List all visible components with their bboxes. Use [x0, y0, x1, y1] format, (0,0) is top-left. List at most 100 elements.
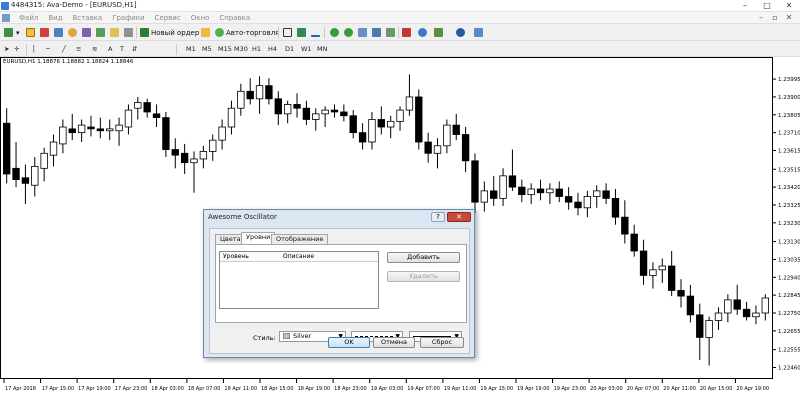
time-tick-label: 17 Apr 2018 [5, 386, 36, 392]
timeframe-h1[interactable]: H1 [252, 44, 261, 54]
style-label: Стиль: [253, 334, 276, 342]
help-button[interactable]: ? [431, 212, 445, 222]
text-icon[interactable]: A [108, 44, 112, 54]
levels-header: Уровень Описание [220, 252, 378, 262]
dialog-close-button[interactable]: ✕ [447, 212, 471, 222]
market-watch-icon[interactable] [40, 27, 49, 38]
arrows-icon[interactable]: ⇵ [132, 44, 137, 54]
timeframe-m30[interactable]: M30 [234, 44, 248, 54]
candle-body [59, 126, 67, 145]
candle-body [237, 90, 245, 109]
template-menu-icon[interactable] [474, 27, 483, 38]
close-window-button[interactable]: ✕ [778, 0, 800, 12]
editor-icon[interactable] [110, 27, 119, 38]
time-tick-label: 19 Apr 19:00 [517, 386, 550, 392]
dropdown-arrow-icon[interactable]: ▾ [16, 27, 20, 38]
column-level[interactable]: Уровень [223, 253, 249, 260]
data-window-icon[interactable] [54, 27, 63, 38]
candle-body [667, 265, 676, 291]
time-tick-label: 20 Apr 15:00 [700, 386, 733, 392]
tester-icon[interactable] [96, 27, 105, 38]
menu-window[interactable]: Окно [186, 13, 215, 23]
candle-body [106, 128, 114, 132]
time-tick-label: 18 Apr 19:00 [298, 386, 331, 392]
meta-editor-icon[interactable] [201, 27, 210, 38]
indicators-icon[interactable] [402, 27, 411, 38]
chart-window-icon[interactable] [2, 14, 10, 22]
templates-icon[interactable] [434, 27, 443, 38]
navigator-icon[interactable] [68, 27, 77, 38]
timeframe-m1[interactable]: M1 [186, 44, 196, 54]
crosshair-icon[interactable]: ✛ [14, 44, 19, 54]
candle-body [134, 102, 142, 109]
new-chart-icon[interactable] [4, 27, 13, 38]
cursor-icon[interactable]: ➤ [4, 44, 9, 54]
vertical-line-icon[interactable]: │ [32, 44, 36, 54]
autotrade-button[interactable]: Авто-торговля [215, 27, 279, 38]
delete-level-button[interactable]: Удалить [387, 271, 460, 282]
timeframe-mn[interactable]: MN [317, 44, 327, 54]
horizontal-line-icon[interactable]: ─ [46, 44, 50, 54]
candle-body [452, 124, 460, 135]
dialog-body: Цвета Уровни Отображение Уровень Описани… [209, 228, 470, 354]
tile-windows-icon[interactable] [358, 27, 367, 38]
chart-shift-icon[interactable] [372, 27, 381, 38]
chart-close-button[interactable]: ✕ [782, 12, 796, 23]
candle-body [49, 141, 58, 156]
time-tick-label: 18 Apr 07:00 [188, 386, 221, 392]
candle-body [424, 141, 432, 154]
candle-body [265, 85, 273, 100]
levels-table[interactable]: Уровень Описание [219, 251, 379, 309]
periods-icon[interactable] [418, 27, 427, 38]
candle-body [461, 134, 470, 162]
timeframe-w1[interactable]: W1 [301, 44, 312, 54]
chart-restore-button[interactable]: ▫ [768, 12, 782, 23]
chart-minimize-button[interactable]: – [754, 12, 768, 23]
channel-icon[interactable]: ≡ [76, 44, 81, 54]
candle-body [611, 197, 620, 218]
fibonacci-icon[interactable]: ≋ [92, 44, 97, 54]
menu-charts[interactable]: Графики [107, 13, 149, 23]
trendline-icon[interactable]: ╱ [62, 44, 66, 54]
maximize-button[interactable]: □ [756, 0, 778, 12]
candle-body [171, 149, 179, 156]
menu-help[interactable]: Справка [214, 13, 255, 23]
profiles-icon[interactable] [26, 27, 35, 38]
timeframe-m15[interactable]: M15 [218, 44, 232, 54]
candle-body [255, 85, 264, 100]
candle-body [293, 104, 301, 109]
toolbar-separator [176, 44, 177, 55]
new-order-button[interactable]: Новый ордер [140, 27, 199, 38]
menu-tools[interactable]: Сервис [150, 13, 186, 23]
ok-button[interactable]: OK [328, 337, 370, 348]
zoom-out-icon[interactable] [344, 27, 353, 38]
candle-body [246, 90, 254, 100]
column-description[interactable]: Описание [283, 253, 314, 260]
add-level-button[interactable]: Добавить [387, 252, 460, 263]
timeframe-d1[interactable]: D1 [285, 44, 294, 54]
timeframe-h4[interactable]: H4 [268, 44, 277, 54]
tab-display[interactable]: Отображение [271, 234, 329, 244]
terminal-icon[interactable] [82, 27, 91, 38]
zoom-in-icon[interactable] [330, 27, 339, 38]
options-icon[interactable] [124, 27, 133, 38]
price-tick-label: 1.23805 [778, 113, 800, 119]
candle-body [199, 151, 208, 160]
time-tick-label: 20 Apr 03:00 [590, 386, 623, 392]
menu-insert[interactable]: Вставка [68, 13, 108, 23]
bar-chart-icon[interactable] [283, 27, 292, 38]
line-studies-toolbar: ➤ ✛ │ ─ ╱ ≡ ≋ A T ⇵ M1 M5 M15 M30 H1 H4 … [0, 41, 800, 57]
menu-view[interactable]: Вид [43, 13, 67, 23]
cancel-button[interactable]: Отмена [373, 337, 415, 348]
candle-body [396, 109, 404, 122]
reset-button[interactable]: Сброс [420, 337, 464, 348]
toolbar-separator [278, 27, 279, 38]
minimize-button[interactable]: – [734, 0, 756, 12]
line-chart-icon[interactable] [311, 27, 320, 38]
label-icon[interactable]: T [120, 44, 124, 54]
menu-file[interactable]: Файл [14, 13, 43, 23]
periods-menu-icon[interactable] [456, 27, 465, 38]
candlestick-icon[interactable] [297, 27, 306, 38]
autoscroll-icon[interactable] [386, 27, 395, 38]
timeframe-m5[interactable]: M5 [202, 44, 212, 54]
